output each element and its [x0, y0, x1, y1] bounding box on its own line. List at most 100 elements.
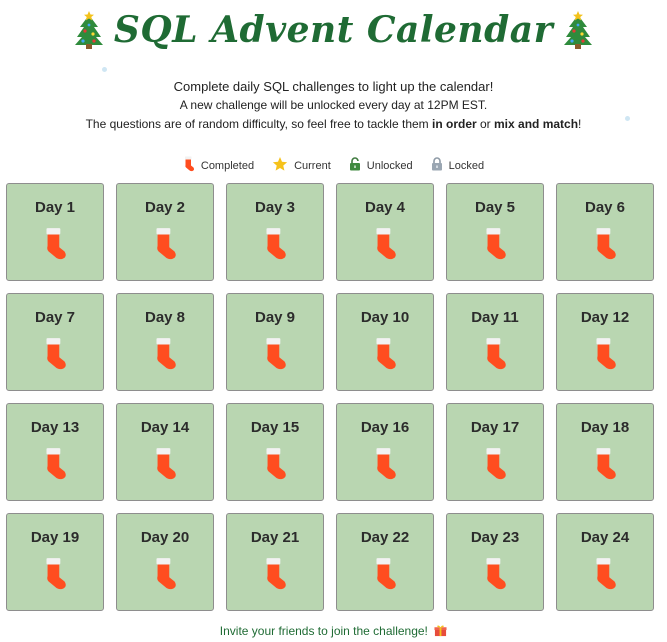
day-tile[interactable]: Day 16: [336, 403, 434, 501]
stocking-icon: [262, 227, 288, 261]
intro-difficulty-prefix: The questions are of random difficulty, …: [85, 117, 432, 131]
day-label: Day 20: [140, 529, 190, 546]
day-label: Day 1: [34, 199, 76, 216]
legend-current-label: Current: [294, 159, 331, 172]
day-tile[interactable]: Day 5: [446, 183, 544, 281]
intro-unlock-note: A new challenge will be unlocked every d…: [179, 98, 488, 112]
day-tile[interactable]: Day 24: [556, 513, 654, 611]
stocking-icon: [592, 337, 618, 371]
christmas-tree-icon: [74, 11, 104, 49]
christmas-tree-icon: [563, 11, 593, 49]
day-label: Day 5: [474, 199, 516, 216]
day-tile[interactable]: Day 15: [226, 403, 324, 501]
day-label: Day 15: [250, 419, 300, 436]
day-tile[interactable]: Day 22: [336, 513, 434, 611]
legend-unlocked: Unlocked: [349, 157, 413, 174]
day-label: Day 22: [360, 529, 410, 546]
day-tile[interactable]: Day 6: [556, 183, 654, 281]
day-label: Day 10: [360, 309, 410, 326]
stocking-icon: [482, 337, 508, 371]
page-title: SQL Advent Calendar: [0, 4, 667, 53]
calendar-grid: Day 1 Day 2 Day 3 Day 4 Day 5 Day 6 Day 7 Day 8…: [6, 183, 654, 611]
status-legend: Completed Current Unlocked Locked: [0, 156, 667, 175]
day-tile[interactable]: Day 17: [446, 403, 544, 501]
gift-icon: [434, 624, 447, 640]
day-label: Day 2: [144, 199, 186, 216]
unlocked-padlock-icon: [349, 157, 361, 174]
intro-difficulty-mid: or: [476, 117, 495, 131]
day-label: Day 11: [471, 309, 519, 326]
day-tile[interactable]: Day 10: [336, 293, 434, 391]
stocking-icon: [372, 337, 398, 371]
day-label: Day 17: [470, 419, 520, 436]
day-tile[interactable]: Day 14: [116, 403, 214, 501]
day-tile[interactable]: Day 19: [6, 513, 104, 611]
intro-difficulty-suffix: !: [578, 117, 582, 131]
day-label: Day 12: [580, 309, 630, 326]
day-tile[interactable]: Day 20: [116, 513, 214, 611]
stocking-icon: [42, 447, 68, 481]
stocking-icon: [152, 447, 178, 481]
stocking-icon: [262, 447, 288, 481]
day-tile[interactable]: Day 9: [226, 293, 324, 391]
stocking-icon: [372, 227, 398, 261]
stocking-icon: [592, 227, 618, 261]
day-label: Day 16: [360, 419, 410, 436]
invite-footer[interactable]: Invite your friends to join the challeng…: [0, 624, 667, 640]
legend-locked-label: Locked: [448, 159, 485, 172]
day-tile[interactable]: Day 13: [6, 403, 104, 501]
day-label: Day 4: [364, 199, 406, 216]
day-label: Day 9: [254, 309, 296, 326]
stocking-icon: [592, 557, 618, 591]
day-tile[interactable]: Day 4: [336, 183, 434, 281]
star-icon: [272, 156, 288, 175]
stocking-icon: [482, 227, 508, 261]
legend-completed-label: Completed: [200, 159, 255, 172]
legend-unlocked-label: Unlocked: [366, 159, 413, 172]
stocking-icon: [482, 447, 508, 481]
day-label: Day 19: [30, 529, 80, 546]
day-tile[interactable]: Day 1: [6, 183, 104, 281]
snowflake-icon: [102, 67, 107, 72]
legend-completed: Completed: [183, 156, 254, 175]
day-tile[interactable]: Day 23: [446, 513, 544, 611]
day-label: Day 24: [580, 529, 630, 546]
day-label: Day 18: [580, 419, 630, 436]
day-label: Day 7: [34, 309, 76, 326]
stocking-icon: [42, 337, 68, 371]
locked-padlock-icon: [431, 157, 443, 174]
stocking-icon: [482, 557, 508, 591]
intro-text: Complete daily SQL challenges to light u…: [0, 78, 667, 134]
legend-current: Current: [272, 156, 331, 175]
stocking-icon: [372, 557, 398, 591]
day-tile[interactable]: Day 8: [116, 293, 214, 391]
stocking-icon: [262, 337, 288, 371]
title-text: SQL Advent Calendar: [113, 9, 554, 51]
day-tile[interactable]: Day 21: [226, 513, 324, 611]
stocking-icon: [42, 557, 68, 591]
intro-mix-and-match: mix and match: [494, 117, 579, 131]
day-label: Day 6: [584, 199, 626, 216]
day-label: Day 21: [250, 529, 300, 546]
day-label: Day 23: [470, 529, 520, 546]
stocking-icon: [183, 156, 195, 175]
intro-difficulty-note: The questions are of random difficulty, …: [0, 115, 667, 134]
day-tile[interactable]: Day 12: [556, 293, 654, 391]
day-label: Day 8: [144, 309, 186, 326]
stocking-icon: [152, 337, 178, 371]
day-tile[interactable]: Day 7: [6, 293, 104, 391]
day-tile[interactable]: Day 18: [556, 403, 654, 501]
invite-text[interactable]: Invite your friends to join the challeng…: [220, 624, 428, 638]
day-tile[interactable]: Day 2: [116, 183, 214, 281]
day-label: Day 3: [254, 199, 296, 216]
day-tile[interactable]: Day 11: [446, 293, 544, 391]
stocking-icon: [152, 557, 178, 591]
stocking-icon: [262, 557, 288, 591]
legend-locked: Locked: [431, 157, 484, 174]
stocking-icon: [372, 447, 398, 481]
day-tile[interactable]: Day 3: [226, 183, 324, 281]
intro-in-order: in order: [432, 117, 477, 131]
intro-headline: Complete daily SQL challenges to light u…: [173, 79, 494, 94]
day-label: Day 14: [140, 419, 190, 436]
stocking-icon: [42, 227, 68, 261]
